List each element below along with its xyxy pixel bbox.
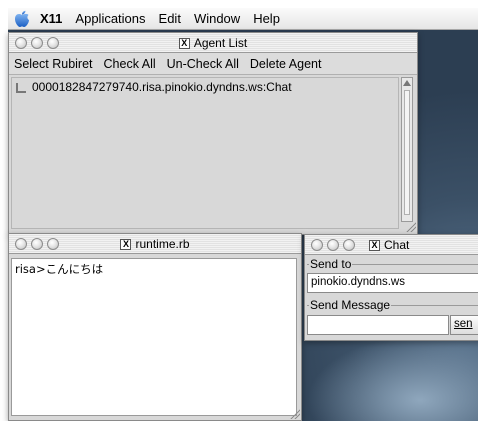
x11-icon: X	[178, 37, 190, 49]
menu-applications[interactable]: Applications	[75, 11, 145, 26]
minimize-button[interactable]	[327, 238, 339, 251]
agent-list-body: 0000182847279740.risa.pinokio.dyndns.ws:…	[9, 75, 417, 233]
scroll-thumb[interactable]	[404, 90, 410, 215]
menu-window[interactable]: Window	[194, 11, 240, 26]
window-controls	[311, 238, 355, 251]
agent-list-window: X Agent List Select Rubiret Check All Un…	[8, 32, 418, 235]
send-button[interactable]: sen	[450, 315, 478, 335]
runtime-title: runtime.rb	[135, 237, 190, 251]
zoom-button[interactable]	[47, 237, 59, 250]
agent-list[interactable]: 0000182847279740.risa.pinokio.dyndns.ws:…	[11, 77, 399, 229]
agent-list-titlebar[interactable]: X Agent List	[9, 33, 417, 53]
send-to-field[interactable]: pinokio.dyndns.ws	[307, 273, 478, 293]
minimize-button[interactable]	[31, 36, 43, 49]
resize-grip-icon[interactable]	[289, 408, 300, 419]
send-message-label: Send Message	[309, 298, 392, 312]
zoom-button[interactable]	[47, 36, 59, 49]
agent-name: 0000182847279740.risa.pinokio.dyndns.ws:…	[32, 79, 292, 94]
check-all-button[interactable]: Check All	[104, 57, 156, 71]
window-title: X Agent List	[9, 33, 417, 53]
agent-list-title: Agent List	[193, 36, 248, 50]
minimize-button[interactable]	[31, 237, 43, 250]
chat-title: Chat	[384, 238, 410, 252]
runtime-titlebar[interactable]: X runtime.rb	[9, 234, 301, 254]
delete-agent-button[interactable]: Delete Agent	[250, 57, 322, 71]
menu-help[interactable]: Help	[253, 11, 280, 26]
scroll-up-arrow-icon[interactable]	[403, 80, 411, 86]
agent-toolbar: Select Rubiret Check All Un-Check All De…	[9, 53, 417, 75]
screen-border-left	[0, 8, 8, 421]
close-button[interactable]	[311, 238, 323, 251]
zoom-button[interactable]	[343, 238, 355, 251]
chat-titlebar[interactable]: X Chat	[305, 235, 478, 255]
menu-edit[interactable]: Edit	[159, 11, 181, 26]
close-button[interactable]	[15, 36, 27, 49]
vertical-scrollbar[interactable]	[401, 77, 413, 222]
send-to-group: Send to	[307, 257, 478, 271]
x11-icon: X	[120, 238, 132, 250]
checkbox-icon[interactable]	[16, 82, 26, 93]
close-button[interactable]	[15, 237, 27, 250]
uncheck-all-button[interactable]: Un-Check All	[167, 57, 239, 71]
screen-border-top	[0, 0, 478, 8]
runtime-window: X runtime.rb risa>こんにちは	[8, 233, 302, 421]
window-title: X Chat	[369, 235, 478, 255]
send-message-group: Send Message	[307, 298, 478, 312]
runtime-output[interactable]: risa>こんにちは	[11, 258, 297, 416]
apple-menu-icon[interactable]	[12, 9, 32, 29]
list-item[interactable]: 0000182847279740.risa.pinokio.dyndns.ws:…	[12, 78, 398, 95]
window-controls	[15, 36, 59, 49]
resize-grip-icon[interactable]	[405, 221, 416, 232]
chat-window: X Chat Send to pinokio.dyndns.ws Send Me…	[304, 234, 478, 341]
window-controls	[15, 237, 59, 250]
menu-app-x11[interactable]: X11	[40, 11, 62, 26]
x11-icon: X	[369, 239, 380, 251]
menu-bar: X11 Applications Edit Window Help	[8, 8, 478, 30]
send-to-label: Send to	[309, 257, 353, 271]
select-rubiret-button[interactable]: Select Rubiret	[14, 57, 93, 71]
message-input[interactable]	[307, 315, 449, 335]
